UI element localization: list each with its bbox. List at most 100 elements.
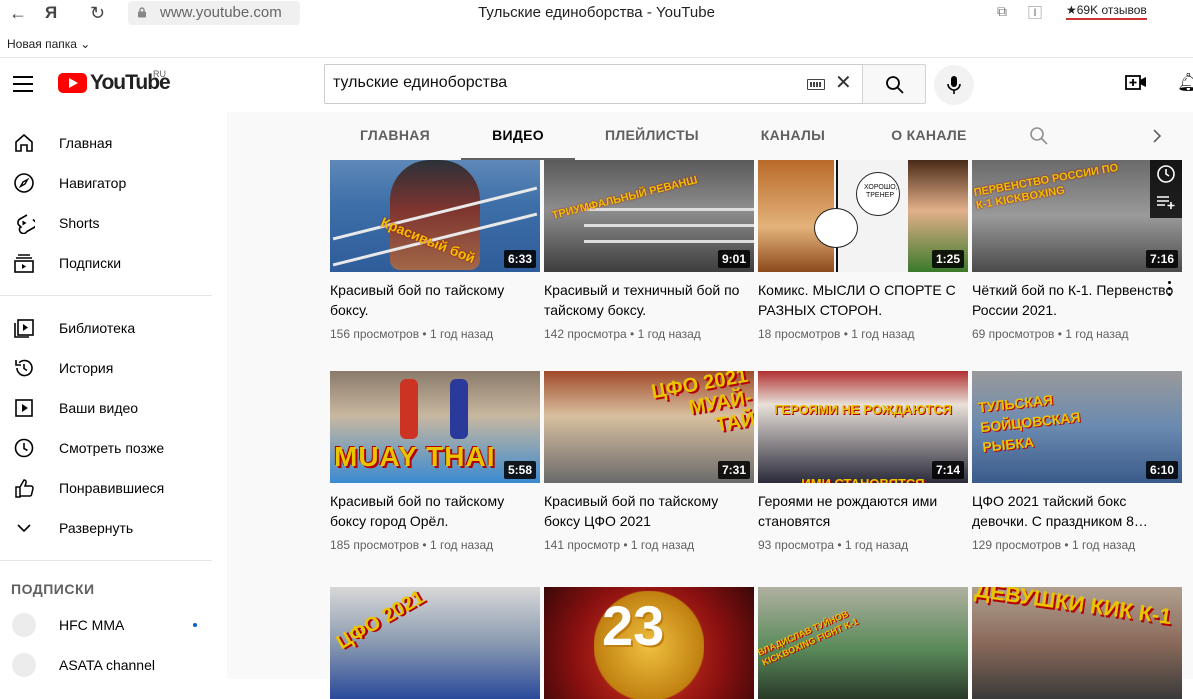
add-to-queue-icon[interactable]: [1156, 194, 1176, 210]
thumbnail-overlay-text: ЦФО 2021 МУАЙ-ТАЙ: [649, 371, 754, 437]
view-count: 185 просмотров: [330, 538, 420, 552]
sidebar-item-expand[interactable]: Развернуть: [0, 508, 227, 548]
sidebar-item-watch-later[interactable]: Смотреть позже: [0, 428, 227, 468]
thumb-up-icon: [12, 476, 36, 500]
reviews-badge[interactable]: ★69K отзывов: [1066, 3, 1147, 20]
subscription-channel[interactable]: HFC MMA: [0, 605, 227, 645]
channel-name: HFC MMA: [59, 617, 125, 633]
video-card[interactable]: ЦФО 2021 МУАЙ-ТАЙ 7:31 Красивый бой по т…: [544, 371, 754, 552]
tab-home[interactable]: ГЛАВНАЯ: [349, 112, 441, 160]
sidebar-item-your-videos[interactable]: Ваши видео: [0, 388, 227, 428]
video-thumbnail[interactable]: ЦФО 2021: [330, 587, 540, 699]
sidebar-item-library[interactable]: Библиотека: [0, 308, 227, 348]
keyboard-icon[interactable]: [807, 79, 825, 90]
video-card[interactable]: ТУЛЬСКАЯ БОЙЦОВСКАЯ РЫБКА 6:10 ЦФО 2021 …: [972, 371, 1182, 552]
chevron-right-icon[interactable]: [1152, 128, 1162, 144]
thumbnail-overlay-text: ДЕВУШКИ КИК К-1: [973, 587, 1174, 630]
video-card[interactable]: ПЕРВЕНСТВО РОССИИ ПО К-1 KICKBOXING 7:16…: [972, 160, 1182, 341]
video-grid: Красивый бой 6:33 Красивый бой по тайско…: [227, 160, 1193, 699]
video-meta: 142 просмотра • 1 год назад: [544, 327, 701, 341]
tab-about[interactable]: О КАНАЛЕ: [879, 112, 979, 160]
video-title[interactable]: Красивый и техничный бой по тайскому бок…: [544, 280, 754, 320]
browser-toolbar: ← Я ↻ www.youtube.com Тульские единоборс…: [0, 0, 1193, 58]
sidebar-item-home[interactable]: Главная: [0, 123, 227, 163]
sidebar-item-explore[interactable]: Навигатор: [0, 163, 227, 203]
video-title[interactable]: Героями не рождаются ими становятся: [758, 491, 968, 531]
sidebar-item-liked[interactable]: Понравившиеся: [0, 468, 227, 508]
sidebar-item-label: Подписки: [59, 255, 122, 271]
video-thumbnail[interactable]: ПЕРВЕНСТВО РОССИИ ПО К-1 KICKBOXING 7:16: [972, 160, 1182, 272]
video-thumbnail[interactable]: 23: [544, 587, 754, 699]
sidebar-divider: [0, 560, 212, 561]
search-box: ✕: [324, 64, 863, 104]
video-thumbnail[interactable]: ТРИУМФАЛЬНЫЙ РЕВАНШ 9:01: [544, 160, 754, 272]
video-duration: 7:31: [717, 461, 750, 479]
video-card[interactable]: ГЕРОЯМИ НЕ РОЖДАЮТСЯ ИМИ СТАНОВЯТСЯ 7:14…: [758, 371, 968, 552]
video-card[interactable]: 23: [544, 587, 754, 699]
clear-icon[interactable]: ✕: [835, 70, 852, 95]
video-thumbnail[interactable]: ГЕРОЯМИ НЕ РОЖДАЮТСЯ ИМИ СТАНОВЯТСЯ 7:14: [758, 371, 968, 483]
tabs-icon[interactable]: ⧉: [997, 3, 1007, 20]
sidebar-item-subscriptions[interactable]: Подписки: [0, 243, 227, 283]
create-video-icon[interactable]: [1125, 73, 1147, 91]
view-count: 156 просмотров: [330, 327, 420, 341]
video-title[interactable]: Чёткий бой по К-1. Первенство России 202…: [972, 280, 1182, 320]
video-card[interactable]: MUAY THAI 5:58 Красивый бой по тайскому …: [330, 371, 540, 552]
view-count: 93 просмотра: [758, 538, 835, 552]
video-title[interactable]: Красивый бой по тайскому боксу ЦФО 2021: [544, 491, 754, 531]
sidebar: Главная Навигатор Shorts Подписки Библио…: [0, 112, 227, 679]
sidebar-item-shorts[interactable]: Shorts: [0, 203, 227, 243]
sidebar-item-label: Понравившиеся: [59, 480, 165, 496]
more-actions-icon[interactable]: [1163, 281, 1175, 297]
video-thumbnail[interactable]: ДЕВУШКИ КИК К-1: [972, 587, 1182, 699]
video-title[interactable]: Комикс. МЫСЛИ О СПОРТЕ С РАЗНЫХ СТОРОН.: [758, 280, 968, 320]
video-thumbnail[interactable]: ХОРОШО, ТРЕНЕР 1:25: [758, 160, 968, 272]
video-card[interactable]: ХОРОШО, ТРЕНЕР 1:25 Комикс. МЫСЛИ О СПОР…: [758, 160, 968, 341]
menu-icon[interactable]: [13, 76, 33, 92]
video-card[interactable]: ВЛАДИСЛАВ ТУЙНОВ KICKBOXING FIGHT K-1: [758, 587, 968, 699]
video-thumbnail[interactable]: ТУЛЬСКАЯ БОЙЦОВСКАЯ РЫБКА 6:10: [972, 371, 1182, 483]
video-title[interactable]: Красивый бой по тайскому боксу.: [330, 280, 540, 320]
tab-channels[interactable]: КАНАЛЫ: [747, 112, 839, 160]
search-icon: [886, 76, 904, 94]
bookmark-folder[interactable]: Новая папка ⌄: [7, 37, 90, 51]
video-card[interactable]: ЦФО 2021: [330, 587, 540, 699]
shorts-icon: [12, 211, 36, 235]
tab-playlists[interactable]: ПЛЕЙЛИСТЫ: [595, 112, 709, 160]
video-thumbnail[interactable]: ВЛАДИСЛАВ ТУЙНОВ KICKBOXING FIGHT K-1: [758, 587, 968, 699]
video-thumbnail[interactable]: MUAY THAI 5:58: [330, 371, 540, 483]
search-input[interactable]: [325, 65, 785, 101]
video-card[interactable]: Красивый бой 6:33 Красивый бой по тайско…: [330, 160, 540, 341]
thumbnail-overlay-text: ВЛАДИСЛАВ ТУЙНОВ KICKBOXING FIGHT K-1: [758, 608, 860, 668]
sidebar-item-label: Shorts: [59, 215, 100, 231]
upload-age: 1 год назад: [637, 327, 701, 341]
tab-videos[interactable]: ВИДЕО: [461, 112, 575, 160]
bookmark-folder-label: Новая папка: [7, 37, 77, 51]
sidebar-item-label: История: [59, 360, 114, 376]
clock-icon[interactable]: [1156, 164, 1176, 184]
video-title[interactable]: Красивый бой по тайскому боксу город Орё…: [330, 491, 540, 531]
search-button[interactable]: [862, 64, 926, 104]
voice-search-button[interactable]: [934, 65, 974, 105]
sidebar-item-label: Главная: [59, 135, 113, 151]
new-content-dot: [193, 623, 197, 627]
video-meta: 93 просмотра • 1 год назад: [758, 538, 909, 552]
protect-icon[interactable]: 🄸: [1028, 3, 1042, 23]
video-thumbnail[interactable]: ЦФО 2021 МУАЙ-ТАЙ 7:31: [544, 371, 754, 483]
mic-icon: [947, 76, 961, 94]
video-card[interactable]: ДЕВУШКИ КИК К-1: [972, 587, 1182, 699]
thumbnail-overlay-text: ТУЛЬСКАЯ БОЙЦОВСКАЯ РЫБКА: [977, 391, 1082, 456]
upload-age: 1 год назад: [844, 538, 909, 552]
sidebar-item-label: Библиотека: [59, 320, 136, 336]
bell-icon[interactable]: 🔔︎: [1177, 72, 1193, 93]
video-duration: 5:58: [503, 461, 536, 479]
search-icon[interactable]: [1029, 126, 1049, 146]
video-meta: 156 просмотров • 1 год назад: [330, 327, 494, 341]
sidebar-item-history[interactable]: История: [0, 348, 227, 388]
video-card[interactable]: ТРИУМФАЛЬНЫЙ РЕВАНШ 9:01 Красивый и техн…: [544, 160, 754, 341]
video-duration: 6:33: [503, 250, 536, 268]
video-title[interactable]: ЦФО 2021 тайский бокс девочки. С праздни…: [972, 491, 1182, 531]
video-thumbnail[interactable]: Красивый бой 6:33: [330, 160, 540, 272]
chevron-down-icon: ⌄: [80, 37, 91, 51]
subscription-channel[interactable]: ASATA channel: [0, 645, 227, 685]
